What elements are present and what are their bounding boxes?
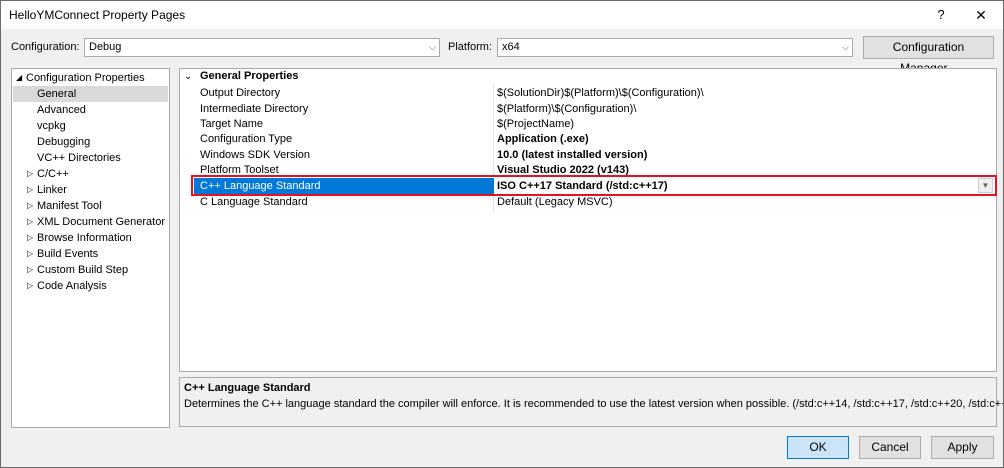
tree-item-label: Browse Information (37, 232, 132, 244)
tree-item-manifest-tool[interactable]: ▷ Manifest Tool (13, 198, 168, 214)
tree-item-label: Linker (37, 184, 67, 196)
expanded-triangle-icon: ◢ (16, 73, 23, 82)
tree-item-general[interactable]: General (13, 86, 168, 102)
category-label: General Properties (200, 70, 299, 82)
property-value: 10.0 (latest installed version) (497, 149, 648, 161)
property-name: C Language Standard (200, 196, 308, 208)
property-name: Target Name (200, 118, 263, 130)
tree-item-label: Manifest Tool (37, 200, 102, 212)
title-bar: HelloYMConnect Property Pages ? ✕ (1, 1, 1003, 29)
property-name: Configuration Type (200, 133, 293, 145)
close-button[interactable]: ✕ (959, 1, 1003, 29)
category-header[interactable]: ⌄ General Properties (180, 69, 996, 84)
chevron-down-icon: ⌄ (184, 71, 193, 82)
tree-item-vc-directories[interactable]: VC++ Directories (13, 150, 168, 166)
property-row[interactable]: C Language Standard Default (Legacy MSVC) (180, 194, 996, 210)
platform-value: x64 (502, 41, 520, 53)
tree-item-label: VC++ Directories (37, 152, 121, 164)
property-pages-window: HelloYMConnect Property Pages ? ✕ Config… (0, 0, 1004, 468)
configuration-value: Debug (89, 41, 122, 53)
property-row[interactable]: Intermediate Directory $(Platform)\$(Conf… (180, 101, 996, 117)
tree-item-label: Code Analysis (37, 280, 107, 292)
tree-item-c-cpp[interactable]: ▷ C/C++ (13, 166, 168, 182)
tree-item-label: Custom Build Step (37, 264, 129, 276)
collapsed-triangle-icon: ▷ (27, 185, 34, 194)
chevron-down-icon: ▼ (981, 181, 990, 190)
collapsed-triangle-icon: ▷ (27, 169, 34, 178)
description-title: C++ Language Standard (184, 382, 311, 394)
tree-item-vcpkg[interactable]: vcpkg (13, 118, 168, 134)
property-row[interactable]: Windows SDK Version 10.0 (latest installe… (180, 147, 996, 163)
configuration-label: Configuration: (11, 41, 80, 53)
highlight-box (191, 175, 997, 196)
tree-item-label: C/C++ (37, 168, 69, 180)
platform-label: Platform: (448, 41, 493, 53)
cancel-button[interactable]: Cancel (859, 436, 921, 459)
tree-item-debugging[interactable]: Debugging (13, 134, 168, 150)
collapsed-triangle-icon: ▷ (27, 281, 34, 290)
property-value: Application (.exe) (497, 133, 589, 145)
property-grid: ⌄ General Properties Output Directory $(S… (179, 68, 997, 372)
property-value: Default (Legacy MSVC) (497, 196, 613, 208)
tree-item-label: XML Document Generator (37, 216, 165, 228)
configuration-manager-button[interactable]: Configuration Manager... (863, 36, 994, 75)
tree-root[interactable]: ◢ Configuration Properties (13, 70, 168, 86)
description-panel: C++ Language Standard Determines the C++… (179, 377, 1003, 427)
window-title: HelloYMConnect Property Pages (9, 8, 186, 22)
description-text: Determines the C++ language standard the… (184, 398, 1004, 410)
collapsed-triangle-icon: ▷ (27, 201, 34, 210)
tree-item-label: Debugging (37, 136, 91, 148)
category-tree: ◢ Configuration Properties General Advan… (11, 68, 170, 428)
property-value: $(Platform)\$(Configuration)\ (497, 103, 637, 115)
tree-item-advanced[interactable]: Advanced (13, 102, 168, 118)
tree-item-browse-information[interactable]: ▷ Browse Information (13, 230, 168, 246)
tree-item-label: vcpkg (37, 120, 66, 132)
collapsed-triangle-icon: ▷ (27, 249, 34, 258)
apply-button[interactable]: Apply (931, 436, 994, 459)
tree-root-label: Configuration Properties (26, 72, 145, 84)
collapsed-triangle-icon: ▷ (27, 217, 34, 226)
chevron-down-icon: ⌵ (842, 42, 849, 52)
help-button[interactable]: ? (919, 1, 963, 29)
property-row[interactable]: Output Directory $(SolutionDir)$(Platform… (180, 85, 996, 101)
property-name: Intermediate Directory (200, 103, 309, 115)
property-value: $(SolutionDir)$(Platform)\$(Configuratio… (497, 87, 704, 99)
platform-dropdown[interactable]: x64 ⌵ (497, 38, 853, 57)
configuration-dropdown[interactable]: Debug ⌵ (84, 38, 440, 57)
collapsed-triangle-icon: ▷ (27, 233, 34, 242)
tree-item-code-analysis[interactable]: ▷ Code Analysis (13, 278, 168, 294)
tree-item-label: Build Events (37, 248, 99, 260)
tree-item-xml-document-generator[interactable]: ▷ XML Document Generator (13, 214, 168, 230)
property-name: Windows SDK Version (200, 149, 311, 161)
value-dropdown-button[interactable]: ▼ (978, 178, 993, 193)
chevron-down-icon: ⌵ (429, 42, 436, 52)
tree-item-build-events[interactable]: ▷ Build Events (13, 246, 168, 262)
tree-item-label: General (37, 88, 77, 100)
property-name: Output Directory (200, 87, 281, 99)
property-value: $(ProjectName) (497, 118, 575, 130)
property-row[interactable]: Configuration Type Application (.exe) (180, 131, 996, 147)
property-row[interactable]: Target Name $(ProjectName) (180, 116, 996, 132)
collapsed-triangle-icon: ▷ (27, 265, 34, 274)
tree-item-custom-build-step[interactable]: ▷ Custom Build Step (13, 262, 168, 278)
tree-item-label: Advanced (37, 104, 86, 116)
ok-button[interactable]: OK (787, 436, 849, 459)
tree-item-linker[interactable]: ▷ Linker (13, 182, 168, 198)
